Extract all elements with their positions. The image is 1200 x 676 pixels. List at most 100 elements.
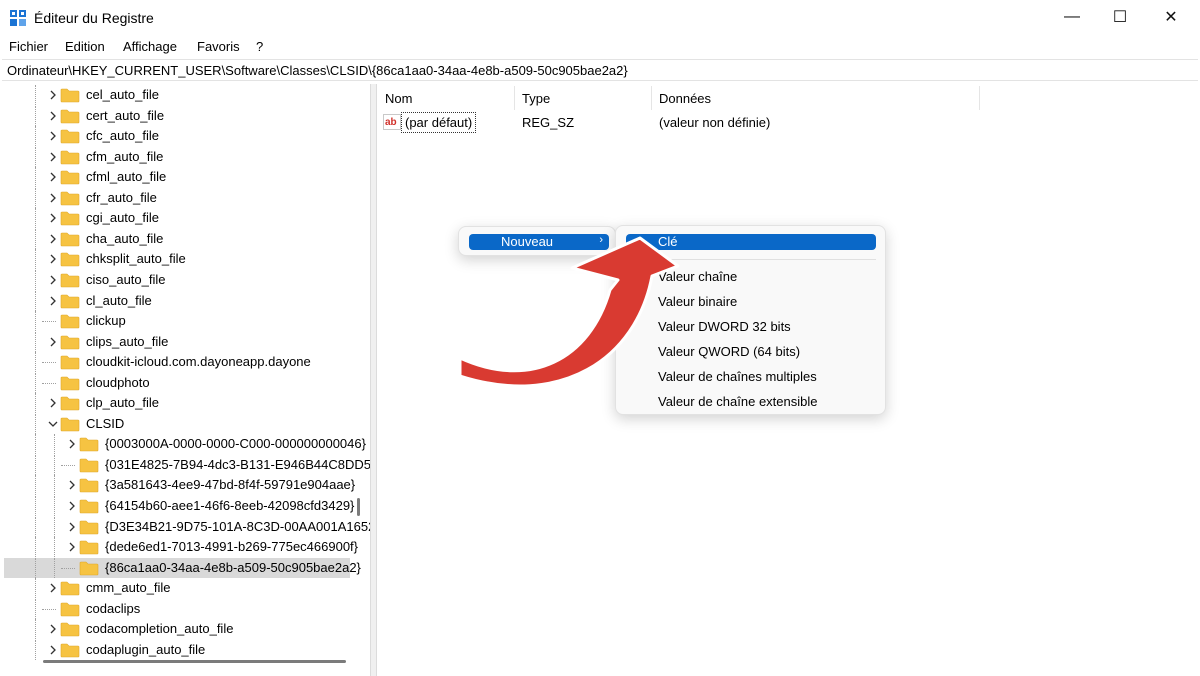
tree-guide-line	[54, 434, 55, 455]
chevron-right-icon[interactable]	[48, 110, 58, 122]
tree-item[interactable]: {86ca1aa0-34aa-4e8b-a509-50c905bae2a2}	[4, 557, 361, 578]
tree-guide-line	[35, 187, 36, 208]
chevron-right-icon[interactable]	[48, 295, 58, 307]
chevron-right-icon[interactable]	[67, 500, 77, 512]
chevron-down-icon[interactable]	[48, 418, 58, 430]
tree-item[interactable]: cfr_auto_file	[4, 187, 350, 208]
chevron-right-icon[interactable]	[67, 438, 77, 450]
tree-item-label: cgi_auto_file	[86, 210, 159, 226]
tree-item[interactable]: cl_auto_file	[4, 290, 350, 311]
tree-item[interactable]: {64154b60-aee1-46f6-8eeb-42098cfd3429}	[4, 496, 354, 516]
tree-item[interactable]: codaclips	[4, 598, 350, 619]
tree-item[interactable]: clips_auto_file	[4, 331, 350, 352]
tree-vertical-scrollbar[interactable]	[357, 498, 360, 516]
menu-affichage[interactable]: Affichage	[123, 39, 177, 54]
menu-separator	[626, 259, 876, 260]
tree-item-label: {dede6ed1-7013-4991-b269-775ec466900f}	[105, 539, 359, 555]
tree-item[interactable]: {dede6ed1-7013-4991-b269-775ec466900f}	[4, 537, 358, 558]
chevron-right-icon[interactable]	[67, 521, 77, 533]
key-tree[interactable]: cel_auto_file cert_auto_file cfc_auto_file…	[4, 84, 370, 676]
tree-item[interactable]: cfml_auto_file	[4, 167, 350, 188]
column-label: Type	[522, 91, 551, 106]
menu-help[interactable]: ?	[256, 39, 263, 54]
tree-guide-line	[35, 311, 36, 332]
tree-item-label: ciso_auto_file	[86, 271, 166, 287]
column-header-donnees[interactable]: Données	[652, 84, 979, 110]
tree-item[interactable]: {D3E34B21-9D75-101A-8C3D-00AA001A1652}	[4, 516, 370, 537]
chevron-right-icon[interactable]	[48, 212, 58, 224]
tree-item[interactable]: {031E4825-7B94-4dc3-B131-E946B44C8DD5}	[4, 454, 370, 475]
tree-item[interactable]: cha_auto_file	[4, 228, 350, 249]
value-name[interactable]: (par défaut)	[401, 112, 477, 133]
submenu-item-valeur-chaine[interactable]: Valeur chaîne	[658, 269, 737, 284]
close-button[interactable]: ✕	[1148, 0, 1194, 34]
tree-item[interactable]: cgi_auto_file	[4, 208, 350, 229]
tree-item[interactable]: cloudkit-icloud.com.dayoneapp.dayone	[4, 352, 350, 373]
tree-item[interactable]: CLSID	[4, 413, 350, 434]
chevron-right-icon[interactable]	[48, 89, 58, 101]
tree-item[interactable]: cert_auto_file	[4, 105, 350, 126]
tree-item-label: clickup	[86, 313, 126, 329]
tree-item[interactable]: clickup	[4, 311, 350, 332]
tree-item[interactable]: ciso_auto_file	[4, 269, 350, 290]
submenu-item-qword[interactable]: Valeur QWORD (64 bits)	[658, 344, 800, 359]
menu-favoris[interactable]: Favoris	[197, 39, 240, 54]
folder-icon	[60, 622, 80, 637]
tree-item-label: codacompletion_auto_file	[86, 621, 234, 637]
column-divider[interactable]	[979, 86, 980, 110]
chevron-right-icon[interactable]	[48, 192, 58, 204]
address-path[interactable]: Ordinateur\HKEY_CURRENT_USER\Software\Cl…	[7, 63, 628, 78]
tree-item[interactable]: {3a581643-4ee9-47bd-8f4f-59791e904aae}	[4, 475, 355, 496]
tree-item[interactable]: codaplugin_auto_file	[4, 639, 350, 660]
folder-icon	[60, 253, 80, 267]
chevron-right-icon[interactable]	[48, 623, 58, 635]
chevron-right-icon[interactable]	[48, 397, 58, 409]
submenu-item-cle[interactable]: Clé	[626, 234, 876, 250]
tree-item[interactable]: cfc_auto_file	[4, 126, 350, 147]
minimize-button[interactable]: —	[1049, 0, 1095, 34]
menu-edition[interactable]: Edition	[65, 39, 105, 54]
tree-horizontal-scrollbar[interactable]	[43, 660, 346, 663]
folder-icon	[60, 294, 80, 308]
chevron-right-icon[interactable]	[48, 151, 58, 163]
tree-item[interactable]: cfm_auto_file	[4, 146, 350, 167]
chevron-right-icon[interactable]	[67, 479, 77, 491]
submenu-item-dword[interactable]: Valeur DWORD 32 bits	[658, 319, 791, 334]
tree-item[interactable]: chksplit_auto_file	[4, 249, 350, 270]
folder-icon	[79, 458, 99, 473]
string-value-icon-text: ab	[385, 117, 397, 128]
folder-icon	[79, 479, 99, 493]
tree-item-label: cfml_auto_file	[86, 169, 167, 185]
chevron-right-icon[interactable]	[48, 274, 58, 286]
pane-splitter[interactable]	[370, 84, 377, 676]
menu-item-nouveau[interactable]: Nouveau ›	[469, 234, 609, 250]
chevron-right-icon[interactable]	[48, 233, 58, 245]
menu-bar: Fichier Edition Affichage Favoris ?	[0, 36, 1200, 58]
submenu-item-multi-string[interactable]: Valeur de chaînes multiples	[658, 369, 817, 384]
tree-item-label: cmm_auto_file	[86, 580, 171, 596]
tree-item[interactable]: {0003000A-0000-0000-C000-000000000046}	[4, 434, 366, 455]
column-header-nom[interactable]: Nom	[378, 84, 515, 110]
chevron-right-icon[interactable]	[48, 130, 58, 142]
string-value-icon: ab	[383, 114, 401, 130]
folder-icon	[60, 417, 80, 432]
submenu-item-valeur-binaire[interactable]: Valeur binaire	[658, 294, 737, 309]
tree-item[interactable]: clp_auto_file	[4, 393, 350, 414]
chevron-right-icon[interactable]	[48, 644, 58, 656]
submenu-item-expandable-string[interactable]: Valeur de chaîne extensible	[658, 394, 817, 409]
column-header-type[interactable]: Type	[515, 84, 652, 110]
tree-item[interactable]: codacompletion_auto_file	[4, 619, 350, 640]
tree-item[interactable]: cmm_auto_file	[4, 578, 350, 599]
tree-item[interactable]: cel_auto_file	[4, 85, 350, 105]
folder-icon	[60, 150, 80, 164]
tree-guide-line	[54, 454, 55, 475]
chevron-right-icon[interactable]	[48, 171, 58, 183]
chevron-right-icon[interactable]	[48, 253, 58, 265]
address-bar[interactable]: Ordinateur\HKEY_CURRENT_USER\Software\Cl…	[2, 59, 1198, 81]
maximize-button[interactable]: ☐	[1097, 0, 1143, 34]
chevron-right-icon[interactable]	[67, 541, 77, 553]
chevron-right-icon[interactable]	[48, 336, 58, 348]
menu-fichier[interactable]: Fichier	[9, 39, 48, 54]
tree-item[interactable]: cloudphoto	[4, 372, 350, 393]
chevron-right-icon[interactable]	[48, 582, 58, 594]
